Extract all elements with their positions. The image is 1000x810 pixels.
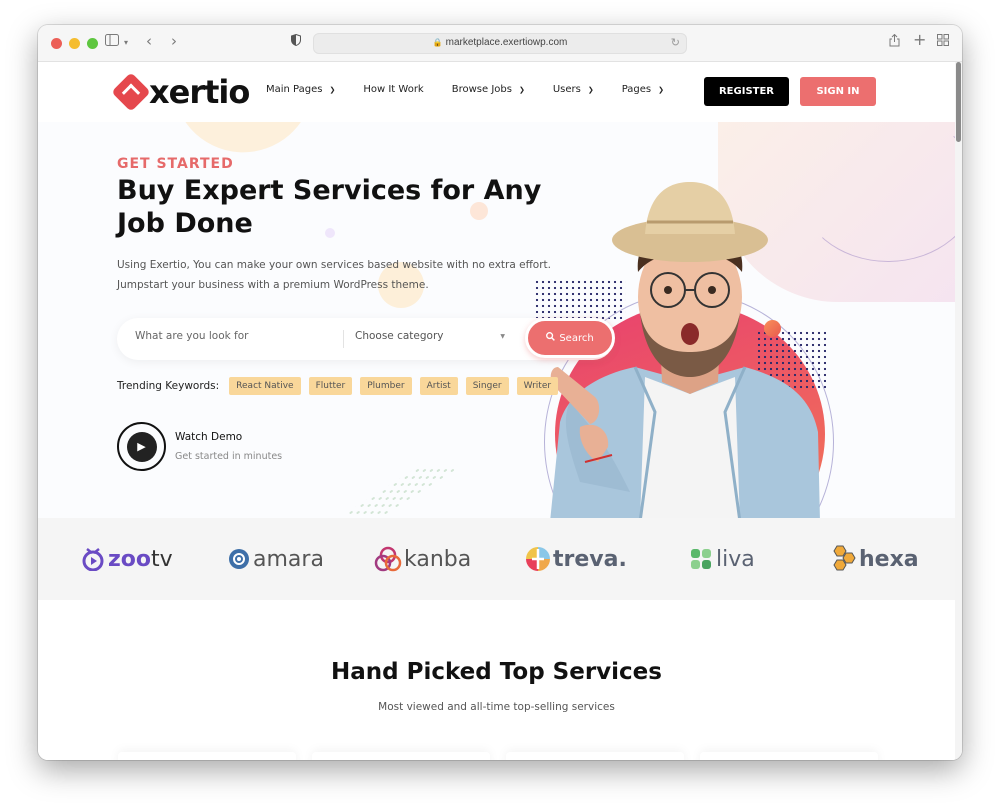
- lock-icon: 🔒: [432, 38, 443, 47]
- trending-tag[interactable]: React Native: [229, 377, 301, 395]
- page-scrollbar[interactable]: [955, 62, 962, 760]
- hero-section: GET STARTED Buy Expert Services for Any …: [38, 122, 955, 518]
- brand-logo-liva: liva: [689, 545, 755, 573]
- trending-keywords: Trending Keywords: React Native Flutter …: [117, 377, 566, 395]
- brand-name: kanba: [404, 546, 472, 572]
- nav-item-browse-jobs[interactable]: Browse Jobs ❯: [452, 84, 525, 95]
- search-input[interactable]: [135, 330, 335, 342]
- nav-item-users[interactable]: Users ❯: [553, 84, 594, 95]
- chevron-down-icon: ❯: [658, 85, 665, 94]
- chevron-down-icon: ❯: [587, 85, 594, 94]
- brand-logo-kanba: kanba: [374, 545, 471, 573]
- section-title: Hand Picked Top Services: [331, 659, 662, 685]
- logo-mark-icon: [111, 72, 151, 112]
- url-text: marketplace.exertiowp.com: [445, 37, 568, 48]
- brand-name: zoo: [108, 546, 152, 572]
- section-subtitle: Most viewed and all-time top-selling ser…: [378, 701, 615, 713]
- play-button[interactable]: ▶: [117, 422, 166, 471]
- service-card[interactable]: [700, 752, 878, 760]
- reload-icon[interactable]: ↻: [671, 36, 680, 49]
- brand-name: amara: [253, 546, 324, 572]
- tv-icon: [82, 548, 104, 571]
- register-button[interactable]: REGISTER: [704, 77, 789, 106]
- share-icon[interactable]: [889, 33, 900, 53]
- liva-icon: [691, 549, 711, 569]
- browser-toolbar: ▾ ‹ › 🔒 marketplace.exertiowp.com ↻ +: [38, 25, 962, 62]
- hero-eyebrow: GET STARTED: [117, 156, 234, 172]
- trending-tag[interactable]: Singer: [465, 377, 509, 395]
- nav-label: Pages: [621, 84, 652, 95]
- brand-logo-zootv: zoo tv: [81, 545, 173, 573]
- scrollbar-thumb[interactable]: [956, 62, 961, 142]
- brand-logo-amara: amara: [228, 545, 324, 573]
- close-window-button[interactable]: [51, 38, 62, 49]
- play-icon: ▶: [126, 431, 157, 462]
- nav-label: Browse Jobs: [451, 84, 512, 95]
- caret-down-icon: ▼: [500, 333, 505, 340]
- nav-item-how-it-work[interactable]: How It Work: [363, 84, 423, 95]
- brand-logos: zoo tv amara kanba treva. liva hexa: [38, 518, 955, 600]
- divider: [343, 330, 344, 348]
- trending-tag[interactable]: Artist: [419, 377, 458, 395]
- logo-text: xertio: [149, 73, 250, 111]
- new-tab-icon[interactable]: +: [913, 31, 926, 49]
- category-select-value: Choose category: [355, 330, 444, 342]
- service-card[interactable]: [506, 752, 684, 760]
- nav-item-pages[interactable]: Pages ❯: [622, 84, 664, 95]
- tab-overview-icon[interactable]: [937, 34, 949, 52]
- chevron-down-icon[interactable]: ▾: [124, 34, 128, 52]
- chevron-down-icon: ❯: [329, 85, 336, 94]
- sign-in-button[interactable]: SIGN IN: [800, 77, 876, 106]
- search-icon: [546, 332, 556, 344]
- site-header: xertio Main Pages ❯ How It Work Browse Jo…: [38, 62, 955, 122]
- category-select[interactable]: Choose category ▼: [355, 330, 505, 342]
- nav-label: Users: [552, 84, 581, 95]
- brand-name: liva: [716, 546, 755, 572]
- brand-name: tv: [151, 546, 173, 572]
- watch-demo[interactable]: ▶ Watch Demo Get started in minutes: [117, 422, 282, 471]
- search-bar: Choose category ▼ Search: [117, 318, 615, 360]
- hero-description: Using Exertio, You can make your own ser…: [117, 255, 577, 295]
- window-controls: [51, 38, 98, 49]
- brand-logo-treva: treva.: [525, 545, 627, 573]
- trending-tag[interactable]: Flutter: [308, 377, 353, 395]
- minimize-window-button[interactable]: [69, 38, 80, 49]
- nav-label: Main Pages: [266, 84, 323, 95]
- forward-icon[interactable]: ›: [171, 32, 177, 50]
- logo[interactable]: xertio: [111, 72, 250, 112]
- main-nav: Main Pages ❯ How It Work Browse Jobs ❯ Use…: [266, 84, 692, 95]
- service-card[interactable]: [312, 752, 490, 760]
- kanba-icon: [374, 546, 402, 572]
- hexa-icon: [833, 545, 856, 571]
- screen: ▾ ‹ › 🔒 marketplace.exertiowp.com ↻ + xe…: [0, 0, 1000, 810]
- shield-icon[interactable]: [291, 33, 301, 52]
- brand-name: hexa: [859, 546, 919, 572]
- sidebar-toggle-icon[interactable]: [105, 34, 119, 52]
- browser-window: ▾ ‹ › 🔒 marketplace.exertiowp.com ↻ + xe…: [38, 25, 962, 760]
- chevron-down-icon: ❯: [518, 85, 525, 94]
- hero-description-line: Using Exertio, You can make your own ser…: [117, 259, 552, 271]
- brand-logo-hexa: hexa: [829, 545, 919, 573]
- treva-icon: [526, 547, 550, 571]
- watch-demo-subtitle: Get started in minutes: [175, 451, 283, 462]
- hero-description-line: Jumpstart your business with a premium W…: [117, 279, 429, 291]
- address-bar[interactable]: 🔒 marketplace.exertiowp.com ↻: [313, 33, 687, 54]
- nav-item-main-pages[interactable]: Main Pages ❯: [266, 84, 335, 95]
- hero-headline: Buy Expert Services for Any Job Done: [117, 175, 542, 239]
- dot-pattern: [342, 467, 464, 518]
- search-button-label: Search: [559, 332, 594, 344]
- service-card[interactable]: [118, 752, 296, 760]
- trending-tag[interactable]: Plumber: [360, 377, 412, 395]
- back-icon[interactable]: ‹: [146, 32, 152, 50]
- amara-icon: [229, 549, 249, 569]
- trending-tag[interactable]: Writer: [516, 377, 559, 395]
- trending-label: Trending Keywords:: [117, 380, 220, 392]
- maximize-window-button[interactable]: [87, 38, 98, 49]
- nav-label: How It Work: [363, 84, 424, 95]
- search-button[interactable]: Search: [525, 318, 615, 358]
- page-viewport: xertio Main Pages ❯ How It Work Browse Jo…: [38, 62, 962, 760]
- brand-name: treva.: [553, 546, 627, 572]
- watch-demo-title: Watch Demo: [175, 431, 243, 443]
